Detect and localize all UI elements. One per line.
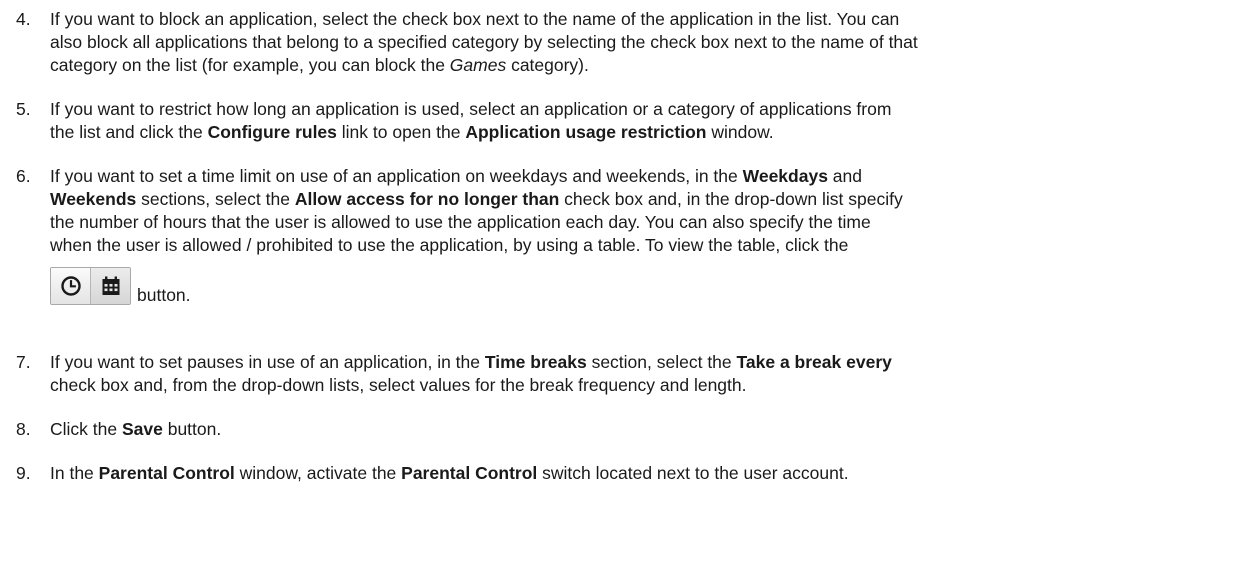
calendar-view-button[interactable] [91,268,130,304]
text-run: category). [506,55,589,75]
text-line: the list and click the Configure rules l… [50,121,1255,144]
step-number: 8. [16,419,31,439]
step-number: 9. [16,463,31,483]
text-run: the number of hours that the user is all… [50,212,871,232]
text-run: sections, select the [136,189,295,209]
step-text: Click the Save button. [50,418,1255,441]
calendar-icon [102,276,119,295]
ui-term: Weekends [50,189,137,209]
text-run: window. [706,122,774,142]
step-text: In the Parental Control window, activate… [50,462,1255,485]
clock-icon [60,276,81,296]
text-line: If you want to set a time limit on use o… [50,165,1255,188]
text-run: Click the [50,419,122,439]
text-run: link to open the [336,122,466,142]
text-run: If you want to set a time limit on use o… [50,166,743,186]
text-line: Click the Save button. [50,418,1255,441]
step-number: 4. [16,9,31,29]
ui-term: Save [121,419,163,439]
text-run: and [827,166,862,186]
text-run: check box and, from the drop-down lists,… [50,375,747,395]
step-number: 5. [16,99,31,119]
ui-term: Parental Control [401,463,538,483]
text-run: section, select the [586,352,737,372]
clock-view-button[interactable] [51,268,91,304]
ui-term: Time breaks [484,352,587,372]
text-run: also block all applications that belong … [50,32,918,52]
text-run: window, activate the [234,463,402,483]
text-line: check box and, from the drop-down lists,… [50,374,1255,397]
text-run: category on the list (for example, you c… [50,55,450,75]
text-run: If you want to block an application, sel… [50,9,900,29]
text-run: when the user is allowed / prohibited to… [50,235,849,255]
ui-term: Configure rules [207,122,337,142]
category-name: Games [449,55,507,75]
ui-term: Take a break every [736,352,892,372]
text-run: switch located next to the user account. [537,463,849,483]
text-line: the number of hours that the user is all… [50,211,1255,234]
step-text: If you want to restrict how long an appl… [50,98,1255,144]
step-text: If you want to block an application, sel… [50,8,1255,77]
ui-term: Parental Control [98,463,235,483]
text-line: Weekends sections, select the Allow acce… [50,188,1255,211]
view-toggle-button[interactable] [50,267,131,305]
text-line: category on the list (for example, you c… [50,54,1255,77]
text-line: In the Parental Control window, activate… [50,462,1255,485]
ui-term: Application usage restriction [465,122,707,142]
button-line: button. [50,261,1255,305]
text-line: when the user is allowed / prohibited to… [50,234,1255,257]
text-line: If you want to set pauses in use of an a… [50,351,1255,374]
text-line: If you want to block an application, sel… [50,8,1255,31]
button-caption: button. [137,285,191,305]
step-text: If you want to set pauses in use of an a… [50,351,1255,397]
text-run: If you want to restrict how long an appl… [50,99,892,119]
text-line: If you want to restrict how long an appl… [50,98,1255,121]
text-line: also block all applications that belong … [50,31,1255,54]
text-run: In the [50,463,99,483]
text-run: button. [162,419,222,439]
step-number: 7. [16,352,31,372]
step-number: 6. [16,166,31,186]
ui-term: Allow access for no longer than [294,189,560,209]
text-run: the list and click the [50,122,208,142]
step-text: If you want to set a time limit on use o… [50,165,1255,305]
text-run: check box and, in the drop-down list spe… [559,189,903,209]
ui-term: Weekdays [742,166,828,186]
text-run: If you want to set pauses in use of an a… [50,352,485,372]
